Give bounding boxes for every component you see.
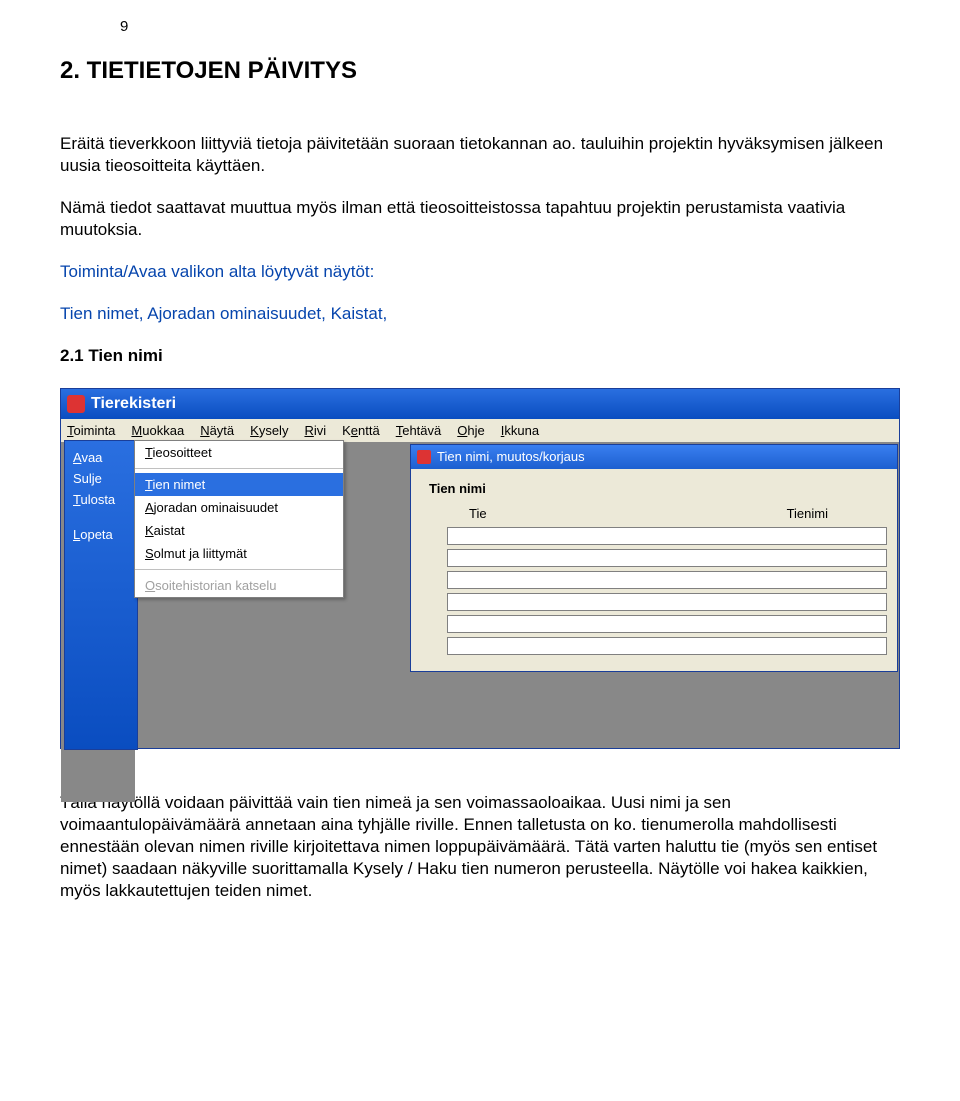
menu-kysely[interactable]: Kysely: [250, 423, 288, 438]
app-title: Tierekisteri: [91, 395, 176, 413]
paragraph-1: Eräitä tieverkkoon liittyviä tietoja päi…: [60, 133, 900, 177]
menu-sulje[interactable]: Sulje: [69, 468, 135, 489]
menu-muokkaa[interactable]: Muokkaa: [131, 423, 184, 438]
titlebar: Tierekisteri: [61, 389, 899, 419]
section-heading: 2. TIETIETOJEN PÄIVITYS: [60, 57, 900, 85]
menu-tehtava[interactable]: Tehtävä: [396, 423, 442, 438]
menu-tulosta[interactable]: Tulosta: [69, 489, 135, 510]
tie-input-2[interactable]: [447, 549, 887, 567]
paragraph-5: Tällä näytöllä voidaan päivittää vain ti…: [60, 792, 900, 902]
tie-input-4[interactable]: [447, 593, 887, 611]
group-label: Tien nimi: [429, 481, 879, 496]
tie-input-6[interactable]: [447, 637, 887, 655]
menu-kentta[interactable]: Kenttä: [342, 423, 380, 438]
app-screenshot: Tierekisteri Toiminta Muokkaa Näytä Kyse…: [60, 388, 900, 748]
page-number: 9: [120, 18, 900, 35]
document-page: 9 2. TIETIETOJEN PÄIVITYS Eräitä tieverk…: [0, 0, 960, 962]
submenu-solmut[interactable]: Solmut ja liittymät: [135, 542, 343, 565]
submenu-osoitehistorian: Osoitehistorian katselu: [135, 574, 343, 597]
menu-lopeta[interactable]: Lopeta: [69, 524, 135, 545]
submenu-tien-nimet[interactable]: Tien nimet: [135, 473, 343, 496]
label-tie: Tie: [469, 506, 487, 521]
menu-nayta[interactable]: Näytä: [200, 423, 234, 438]
paragraph-3: Toiminta/Avaa valikon alta löytyvät näyt…: [60, 261, 900, 283]
submenu-kaistat[interactable]: Kaistat: [135, 519, 343, 542]
subsection-heading: 2.1 Tien nimi: [60, 346, 900, 366]
child-window-title: Tien nimi, muutos/korjaus: [437, 449, 585, 464]
menu-ohje[interactable]: Ohje: [457, 423, 484, 438]
tie-input-1[interactable]: [447, 527, 887, 545]
toiminta-dropdown: Avaa Sulje Tulosta Lopeta: [64, 440, 138, 750]
submenu-ajoradan[interactable]: Ajoradan ominaisuudet: [135, 496, 343, 519]
submenu-tieosoitteet[interactable]: Tieosoitteet: [135, 441, 343, 464]
child-titlebar: Tien nimi, muutos/korjaus: [411, 445, 897, 469]
menu-avaa[interactable]: Avaa: [69, 447, 135, 468]
paragraph-4: Tien nimet, Ajoradan ominaisuudet, Kaist…: [60, 303, 900, 325]
menu-rivi[interactable]: Rivi: [304, 423, 326, 438]
label-tienimi: Tienimi: [787, 506, 828, 521]
paragraph-2: Nämä tiedot saattavat muuttua myös ilman…: [60, 197, 900, 241]
child-app-icon: [417, 450, 431, 464]
menu-ikkuna[interactable]: Ikkuna: [501, 423, 539, 438]
app-icon: [67, 395, 85, 413]
menubar: Toiminta Muokkaa Näytä Kysely Rivi Kentt…: [61, 419, 899, 442]
tie-input-5[interactable]: [447, 615, 887, 633]
menu-toiminta[interactable]: Toiminta: [67, 423, 115, 438]
avaa-submenu: Tieosoitteet Tien nimet Ajoradan ominais…: [134, 440, 344, 598]
child-window: Tien nimi, muutos/korjaus Tien nimi Tie …: [410, 444, 898, 672]
child-body: Tien nimi Tie Tienimi: [411, 469, 897, 671]
tie-input-3[interactable]: [447, 571, 887, 589]
